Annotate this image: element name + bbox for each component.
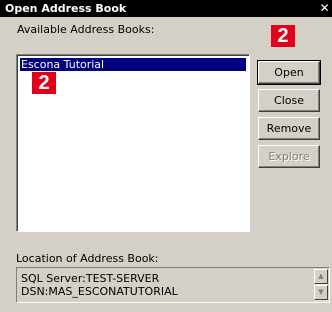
scroll-up-icon[interactable]: ▲ — [314, 269, 328, 284]
callout-badge: 2 — [32, 72, 56, 94]
location-textarea[interactable]: SQL Server:TEST-SERVER DSN:MAS_ESCONATUT… — [16, 267, 330, 303]
scroll-down-icon[interactable]: ▼ — [314, 285, 328, 300]
location-label: Location of Address Book: — [16, 252, 159, 265]
list-item[interactable]: Escona Tutorial — [20, 58, 246, 71]
callout-badge: 2 — [271, 25, 295, 47]
close-button[interactable]: Close — [258, 89, 320, 112]
title-bar[interactable]: Open Address Book ✕ — [0, 0, 332, 17]
available-label-text: Available Address Books: — [17, 23, 155, 36]
available-address-books-label: Available Address Books: — [17, 23, 154, 36]
explore-button[interactable]: Explore — [258, 145, 320, 168]
remove-button[interactable]: Remove — [258, 117, 320, 140]
vertical-scrollbar[interactable]: ▲ ▼ — [314, 269, 328, 301]
open-address-book-dialog: Open Address Book ✕ Available Address Bo… — [0, 0, 332, 312]
window-title: Open Address Book — [5, 2, 127, 15]
location-line: DSN:MAS_ESCONATUTORIAL — [21, 285, 178, 298]
close-icon[interactable]: ✕ — [317, 1, 332, 16]
open-button[interactable]: Open — [257, 60, 321, 85]
location-line: SQL Server:TEST-SERVER — [21, 272, 160, 285]
